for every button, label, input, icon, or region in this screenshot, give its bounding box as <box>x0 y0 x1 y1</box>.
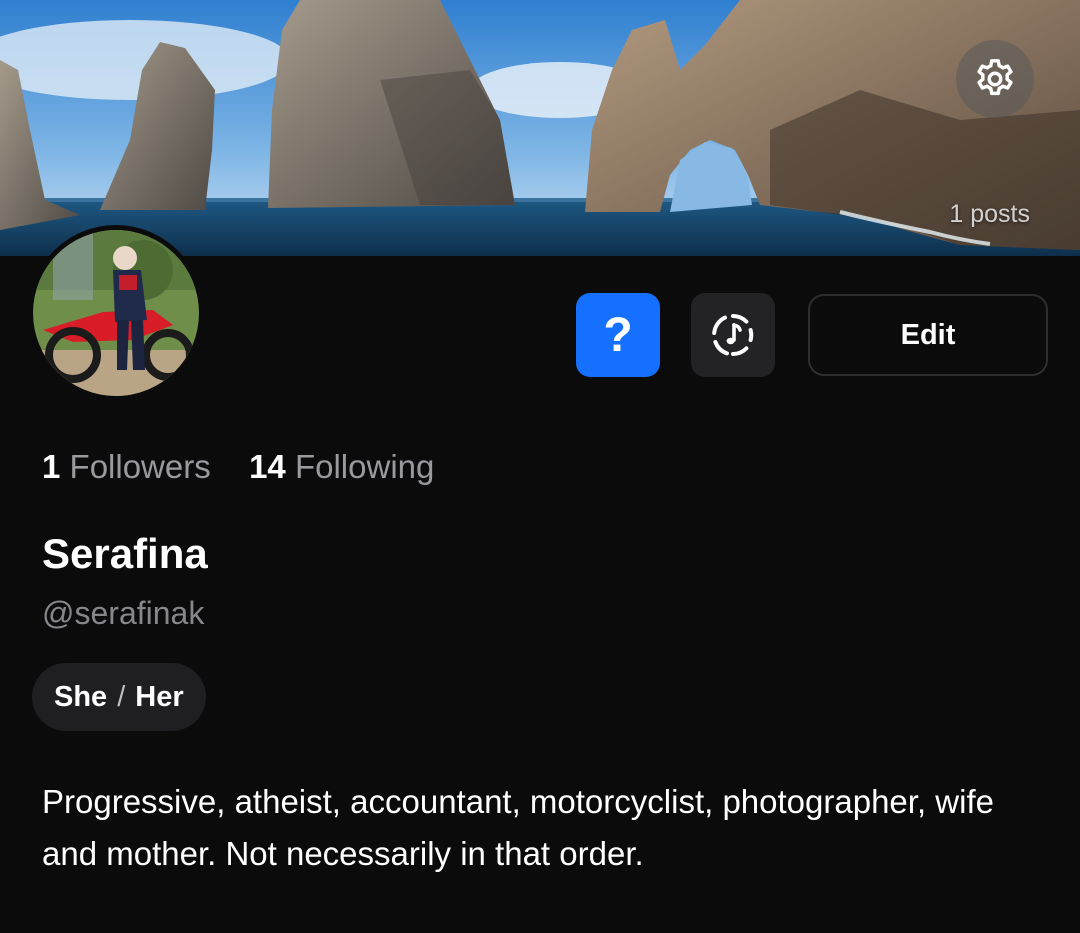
pronoun-separator: / <box>117 680 126 713</box>
avatar[interactable] <box>28 225 204 401</box>
cover-photo[interactable]: 1 posts <box>0 0 1080 256</box>
following-label: Following <box>294 448 435 485</box>
pronoun-subject: She <box>54 680 108 713</box>
music-note-icon <box>712 314 754 356</box>
followers-count: 1 <box>42 448 61 485</box>
cover-image <box>0 0 1080 256</box>
follow-stats: 1 Followers 14 Following <box>42 448 434 486</box>
help-button[interactable]: ? <box>576 293 660 377</box>
question-mark-icon: ? <box>603 308 633 362</box>
posts-count: 1 posts <box>949 200 1030 228</box>
display-name: Serafina <box>42 530 208 577</box>
profile-bio: Progressive, atheist, accountant, motorc… <box>42 783 994 872</box>
avatar-image <box>33 230 199 396</box>
pronouns-badge: She / Her <box>32 663 206 731</box>
settings-button[interactable] <box>956 40 1034 118</box>
following-count: 14 <box>249 448 286 485</box>
pronoun-object: Her <box>135 680 184 713</box>
profile-song-button[interactable] <box>691 293 775 377</box>
profile-page: 1 posts ? Edit 1 Followers 14 Following … <box>0 0 1080 933</box>
followers-link[interactable]: 1 Followers <box>42 448 220 485</box>
edit-profile-button[interactable]: Edit <box>808 294 1048 376</box>
gear-icon <box>977 59 1013 96</box>
username-handle: @serafinak <box>42 595 205 631</box>
following-link[interactable]: 14 Following <box>249 448 434 485</box>
followers-label: Followers <box>69 448 211 485</box>
